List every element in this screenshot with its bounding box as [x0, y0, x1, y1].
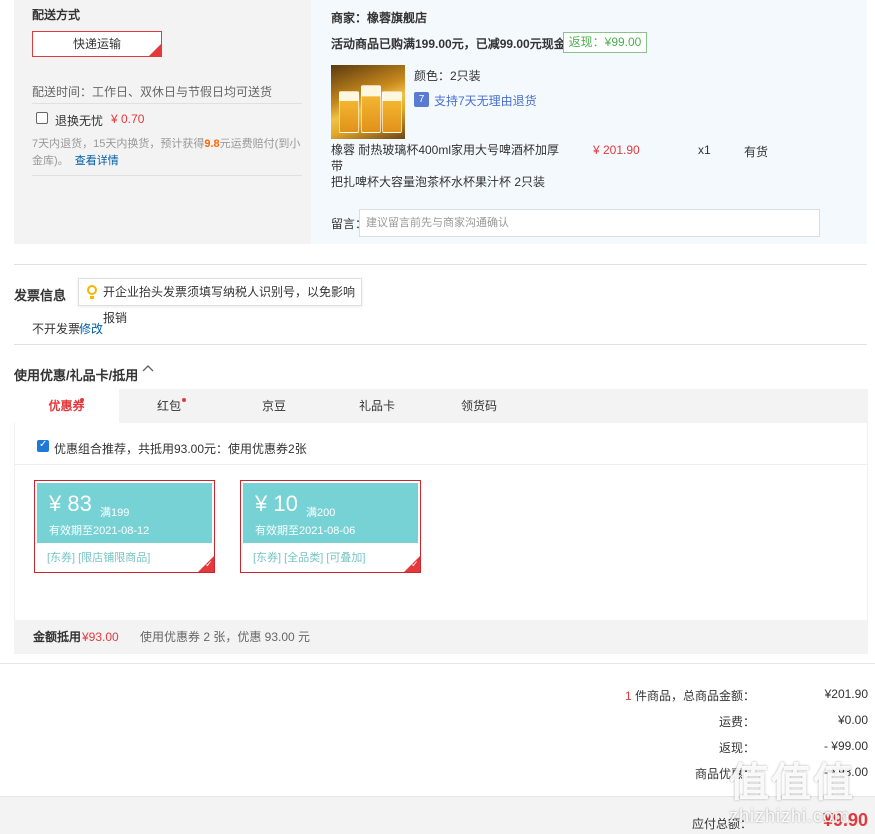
invoice-tip: 开企业抬头发票须填写纳税人识别号，以免影响报销: [78, 278, 362, 325]
tab-coupons[interactable]: 优惠券: [14, 389, 119, 423]
coupon-condition: 满199: [100, 507, 130, 519]
return-insurance-checkbox[interactable]: [36, 112, 48, 124]
view-details-link[interactable]: 查看详情: [75, 155, 119, 167]
shipping-fee-label: 运费：: [718, 715, 755, 729]
coupon-tags: [东券] [限店铺限商品]: [47, 552, 151, 564]
divider: [0, 663, 875, 664]
amount-deduction-bar: 金额抵用 ¥93.00 使用优惠券 2 张，优惠 93.00 元: [14, 620, 868, 654]
product-title[interactable]: 橡蓉 耐热玻璃杯400ml家用大号啤酒杯加厚带 把扎啤杯大容量泡茶杯水杯果汁杯 …: [331, 142, 571, 190]
amount-deduction-value: ¥93.00: [82, 630, 119, 644]
combo-recommend-text: 优惠组合推荐，共抵用93.00元：使用优惠券2张: [54, 442, 307, 456]
invoice-edit-link[interactable]: 修改: [79, 320, 103, 337]
express-shipping-button[interactable]: 快递运输: [32, 31, 162, 57]
items-total-value: ¥201.90: [824, 687, 868, 701]
selected-check-icon: [404, 556, 420, 572]
items-total-label: 1 件商品，总商品金额：: [624, 689, 755, 703]
divider: [14, 344, 867, 345]
message-input[interactable]: 建议留言前先与商家沟通确认: [359, 209, 820, 237]
divider: [32, 103, 302, 104]
beer-glass-shape: [339, 91, 359, 133]
shipping-fee-value: ¥0.00: [837, 713, 868, 727]
amount-deduction-label: 金额抵用: [33, 630, 82, 644]
combo-recommend-checkbox[interactable]: [37, 439, 49, 452]
invoice-title: 发票信息: [14, 288, 67, 303]
coupon-card[interactable]: ¥ 83 满199 有效期至2021-08-12 [东券] [限店铺限商品]: [34, 480, 215, 573]
shipping-method-label: 快递运输: [72, 37, 121, 51]
lightbulb-icon: [87, 285, 97, 299]
delivery-time: 配送时间：工作日、双休日与节假日均可送货: [32, 85, 273, 99]
seven-day-return-icon: 7: [414, 92, 429, 107]
cashback-badge: 返现：¥99.00: [563, 32, 647, 53]
coupon-discount-label: 商品优惠：: [694, 767, 755, 781]
merchant-name: 商家：橡蓉旗舰店: [331, 11, 428, 25]
return-insurance-desc: 7天内退货，15天内换货，预计获得9.8元运费赔付(到小 金库)。 查看详情: [32, 138, 301, 167]
tab-jd-beans[interactable]: 京豆: [224, 389, 324, 423]
coupon-tags: [东券] [全品类] [可叠加]: [253, 552, 366, 564]
site-watermark-url: zhizhizhi.com: [729, 806, 851, 826]
return-insurance-label: 退换无忧: [55, 114, 104, 128]
coupon-amount: ¥ 10: [255, 491, 298, 516]
coupon-amount: ¥ 83: [49, 491, 92, 516]
amount-deduction-desc: 使用优惠券 2 张，优惠 93.00 元: [140, 630, 311, 644]
return-insurance-price: ¥ 0.70: [111, 112, 145, 126]
chevron-up-icon[interactable]: [141, 361, 155, 378]
compensation-amount: 9.8: [204, 138, 220, 150]
product-stock: 有货: [744, 145, 769, 159]
new-dot-icon: [80, 398, 84, 402]
coupon-card[interactable]: ¥ 10 满200 有效期至2021-08-06 [东券] [全品类] [可叠加…: [240, 480, 421, 573]
product-price: ¥ 201.90: [593, 143, 640, 157]
divider: [14, 264, 867, 265]
cashback-label: 返现：: [718, 741, 755, 755]
promo-text: 活动商品已购满199.00元，已减99.00元现金: [331, 37, 566, 51]
divider: [14, 464, 868, 465]
selected-corner-icon: [149, 44, 161, 56]
tab-red-packets[interactable]: 红包: [119, 389, 219, 423]
coupon-condition: 满200: [306, 507, 336, 519]
return-policy: 支持7天无理由退货: [434, 94, 537, 108]
coupon-expiry: 有效期至2021-08-12: [49, 525, 150, 537]
new-dot-icon: [182, 398, 186, 402]
selected-check-icon: [198, 556, 214, 572]
product-image[interactable]: [331, 65, 405, 139]
tab-gift-card[interactable]: 礼品卡: [327, 389, 427, 423]
beer-glass-shape: [382, 91, 402, 133]
divider: [32, 175, 302, 176]
beer-glass-shape: [361, 85, 381, 133]
product-color: 颜色：2只装: [414, 69, 481, 83]
shipping-title: 配送方式: [32, 8, 81, 22]
discount-tabs: 优惠券 红包 京豆 礼品卡 领货码: [14, 389, 868, 423]
site-watermark: 值值值: [729, 761, 855, 805]
tab-redeem-code[interactable]: 领货码: [429, 389, 529, 423]
coupon-header: ¥ 10 满200 有效期至2021-08-06: [243, 483, 418, 543]
coupon-header: ¥ 83 满199 有效期至2021-08-12: [37, 483, 212, 543]
coupon-expiry: 有效期至2021-08-06: [255, 525, 356, 537]
discount-title[interactable]: 使用优惠/礼品卡/抵用: [14, 365, 138, 384]
product-quantity: x1: [698, 143, 711, 157]
invoice-status: 不开发票: [32, 322, 81, 336]
